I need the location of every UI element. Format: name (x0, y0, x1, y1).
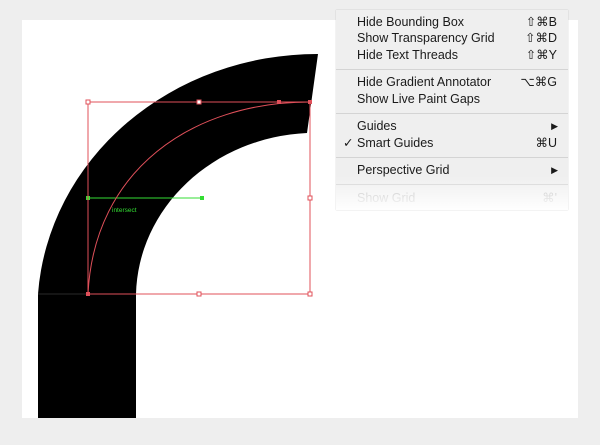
submenu-arrow-icon: ▶ (551, 165, 558, 175)
handle-top-middle[interactable] (196, 99, 202, 105)
handle-bottom-right[interactable] (307, 291, 313, 297)
menu-item-hide-bounding-box[interactable]: Hide Bounding Box ⇧⌘B (336, 14, 568, 30)
checkmark-icon: ✓ (343, 136, 354, 150)
menu-separator (336, 184, 568, 185)
menu-item-shortcut: ⌘' (542, 191, 557, 205)
menu-item-shortcut: ⇧⌘B (525, 15, 557, 29)
handle-bottom-middle[interactable] (196, 291, 202, 297)
menu-item-label: Hide Bounding Box (357, 15, 465, 29)
menu-item-label: Show Live Paint Gaps (357, 92, 480, 106)
arc-shape[interactable] (38, 53, 318, 418)
handle-middle-right[interactable] (307, 195, 313, 201)
menu-separator (336, 69, 568, 70)
menu-separator (336, 157, 568, 158)
menu-item-shortcut: ⌥⌘G (520, 75, 557, 89)
handle-top-right[interactable] (308, 100, 312, 104)
menu-item-hide-gradient-annotator[interactable]: Hide Gradient Annotator ⌥⌘G (336, 74, 568, 90)
menu-item-label: Smart Guides (357, 136, 434, 150)
menu-item-show-grid[interactable]: Show Grid ⌘' (336, 190, 568, 206)
menu-item-label: Hide Text Threads (357, 48, 458, 62)
menu-item-perspective-grid[interactable]: Perspective Grid ▶ (336, 162, 568, 178)
menu-item-label: Guides (357, 119, 397, 133)
menu-item-shortcut: ⇧⌘Y (525, 48, 557, 62)
menu-item-guides[interactable]: Guides ▶ (336, 118, 568, 134)
menu-item-shortcut: ⇧⌘D (524, 31, 557, 45)
menu-item-label: Show Transparency Grid (357, 31, 495, 45)
menu-item-label: Perspective Grid (357, 163, 450, 177)
view-menu[interactable]: Hide Bounding Box ⇧⌘B Show Transparency … (336, 10, 568, 210)
smart-guide-label: intersect (112, 207, 137, 214)
submenu-arrow-icon: ▶ (551, 121, 558, 131)
menu-item-shortcut: ⌘U (535, 136, 557, 150)
menu-separator (336, 113, 568, 114)
handle-bottom-left[interactable] (86, 292, 90, 296)
menu-item-show-live-paint-gaps[interactable]: Show Live Paint Gaps (336, 91, 568, 107)
anchor-control-point[interactable] (277, 100, 281, 104)
menu-item-smart-guides[interactable]: ✓ Smart Guides ⌘U (336, 135, 568, 151)
handle-top-left[interactable] (85, 99, 91, 105)
guide-endpoint (200, 196, 204, 200)
menu-item-show-transparency-grid[interactable]: Show Transparency Grid ⇧⌘D (336, 30, 568, 46)
menu-item-label: Show Grid (357, 191, 416, 205)
menu-item-label: Hide Gradient Annotator (357, 75, 492, 89)
menu-item-hide-text-threads[interactable]: Hide Text Threads ⇧⌘Y (336, 47, 568, 63)
